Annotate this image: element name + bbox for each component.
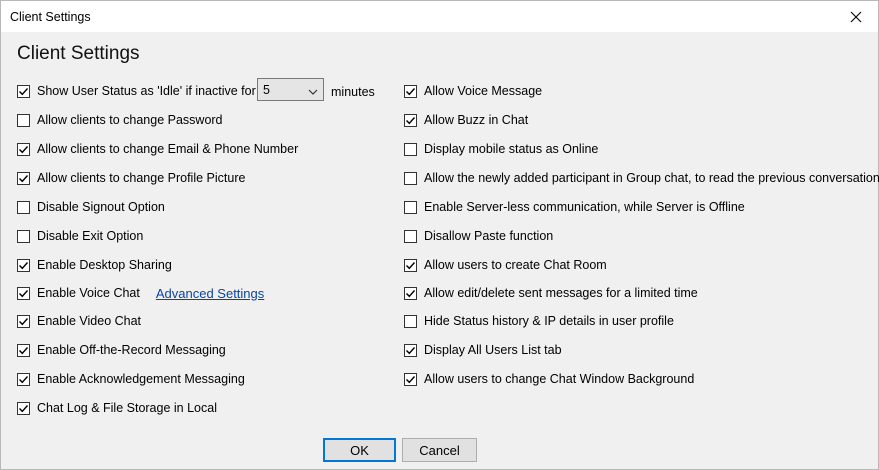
title-bar: Client Settings	[1, 1, 878, 32]
option-allow-change-profile-picture[interactable]: Allow clients to change Profile Picture	[17, 170, 245, 186]
checkbox[interactable]	[404, 314, 417, 328]
idle-status-label: Show User Status as 'Idle' if inactive f…	[37, 84, 256, 98]
cancel-button[interactable]: Cancel	[402, 438, 477, 462]
ok-button[interactable]: OK	[323, 438, 396, 462]
option-label: Display mobile status as Online	[424, 142, 599, 156]
option-allow-change-email-phone[interactable]: Allow clients to change Email & Phone Nu…	[17, 141, 298, 157]
option-label: Disallow Paste function	[424, 229, 554, 243]
checkbox[interactable]	[17, 286, 30, 300]
checkbox[interactable]	[17, 229, 30, 243]
checkbox[interactable]	[17, 200, 30, 214]
option-create-chat-room[interactable]: Allow users to create Chat Room	[404, 257, 607, 273]
option-voice-message[interactable]: Allow Voice Message	[404, 83, 542, 99]
option-acknowledgement[interactable]: Enable Acknowledgement Messaging	[17, 371, 245, 387]
checkbox[interactable]	[404, 286, 417, 300]
option-serverless[interactable]: Enable Server-less communication, while …	[404, 199, 745, 215]
checkbox[interactable]	[404, 372, 417, 386]
option-label: Chat Log & File Storage in Local	[37, 401, 217, 415]
option-label: Enable Video Chat	[37, 314, 142, 328]
checkbox[interactable]	[17, 401, 30, 415]
idle-minutes-value: 5	[263, 82, 270, 97]
option-allow-change-password[interactable]: Allow clients to change Password	[17, 112, 223, 128]
option-disable-exit[interactable]: Disable Exit Option	[17, 228, 143, 244]
option-label: Enable Server-less communication, while …	[424, 200, 745, 214]
checkbox[interactable]	[17, 171, 30, 185]
option-label: Allow clients to change Password	[37, 113, 223, 127]
checkbox[interactable]	[404, 258, 417, 272]
option-disable-signout[interactable]: Disable Signout Option	[17, 199, 165, 215]
option-group-history[interactable]: Allow the newly added participant in Gro…	[404, 170, 879, 186]
checkbox[interactable]	[404, 343, 417, 357]
option-all-users-tab[interactable]: Display All Users List tab	[404, 342, 562, 358]
option-label: Allow Voice Message	[424, 84, 543, 98]
checkbox[interactable]	[17, 113, 30, 127]
checkbox[interactable]	[17, 142, 30, 156]
option-video-chat[interactable]: Enable Video Chat	[17, 313, 141, 329]
option-edit-delete-messages[interactable]: Allow edit/delete sent messages for a li…	[404, 285, 698, 301]
close-icon[interactable]	[834, 1, 878, 32]
checkbox[interactable]	[404, 229, 417, 243]
option-label: Allow clients to change Profile Picture	[37, 171, 246, 185]
option-label: Enable Off-the-Record Messaging	[37, 343, 226, 357]
option-label: Hide Status history & IP details in user…	[424, 314, 674, 328]
checkbox[interactable]	[404, 200, 417, 214]
option-hide-status-history[interactable]: Hide Status history & IP details in user…	[404, 313, 674, 329]
option-label: Enable Desktop Sharing	[37, 258, 172, 272]
checkbox[interactable]	[17, 314, 30, 328]
option-desktop-sharing[interactable]: Enable Desktop Sharing	[17, 257, 172, 273]
option-label: Allow Buzz in Chat	[424, 113, 529, 127]
idle-minutes-select[interactable]: 5	[257, 78, 324, 101]
option-label: Enable Acknowledgement Messaging	[37, 372, 245, 386]
page-title: Client Settings	[17, 43, 140, 64]
window-title: Client Settings	[10, 10, 91, 24]
option-label: Allow users to create Chat Room	[424, 258, 607, 272]
idle-status-checkbox[interactable]	[17, 84, 30, 98]
option-label: Disable Exit Option	[37, 229, 144, 243]
option-buzz[interactable]: Allow Buzz in Chat	[404, 112, 528, 128]
client-settings-window: Client Settings Client Settings Show Use…	[0, 0, 879, 470]
checkbox[interactable]	[17, 372, 30, 386]
option-label: Disable Signout Option	[37, 200, 165, 214]
option-label: Allow clients to change Email & Phone Nu…	[37, 142, 299, 156]
checkbox[interactable]	[17, 343, 30, 357]
chevron-down-icon	[308, 85, 318, 99]
checkbox[interactable]	[17, 258, 30, 272]
checkbox[interactable]	[404, 142, 417, 156]
idle-minutes-unit: minutes	[331, 85, 375, 99]
option-label: Enable Voice Chat	[37, 286, 140, 300]
option-label: Allow edit/delete sent messages for a li…	[424, 286, 698, 300]
option-chat-background[interactable]: Allow users to change Chat Window Backgr…	[404, 371, 694, 387]
idle-status-option[interactable]: Show User Status as 'Idle' if inactive f…	[17, 83, 256, 99]
checkbox[interactable]	[404, 84, 417, 98]
option-label: Allow the newly added participant in Gro…	[424, 171, 879, 185]
option-chat-log-local[interactable]: Chat Log & File Storage in Local	[17, 400, 217, 416]
option-label: Allow users to change Chat Window Backgr…	[424, 372, 695, 386]
checkbox[interactable]	[404, 171, 417, 185]
advanced-settings-link[interactable]: Advanced Settings	[156, 286, 264, 301]
option-voice-chat[interactable]: Enable Voice Chat Advanced Settings	[17, 285, 264, 301]
option-off-the-record[interactable]: Enable Off-the-Record Messaging	[17, 342, 226, 358]
option-disallow-paste[interactable]: Disallow Paste function	[404, 228, 553, 244]
option-mobile-status-online[interactable]: Display mobile status as Online	[404, 141, 598, 157]
option-label: Display All Users List tab	[424, 343, 562, 357]
checkbox[interactable]	[404, 113, 417, 127]
